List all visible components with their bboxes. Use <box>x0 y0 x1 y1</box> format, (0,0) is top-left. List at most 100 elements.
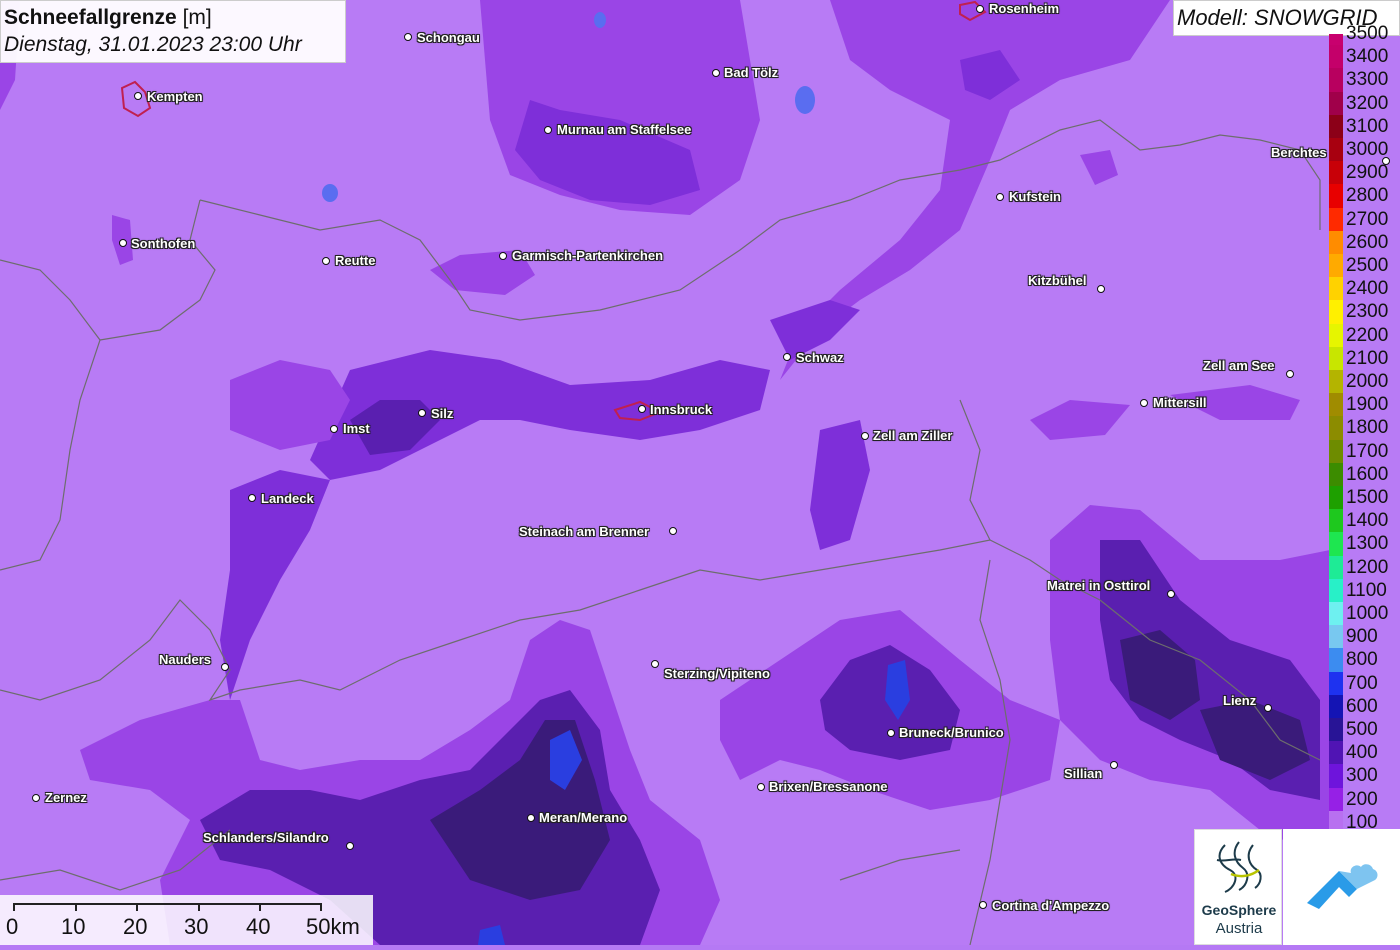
city-marker <box>783 353 791 361</box>
scale-tick <box>259 903 261 911</box>
legend-label: 500 <box>1346 719 1378 740</box>
legend-swatch <box>1329 161 1343 185</box>
map-title: Schneefallgrenze [m] <box>4 4 345 31</box>
scale-tick <box>320 903 322 911</box>
city-label-bruneck: Bruneck/Brunico <box>899 725 1004 740</box>
city-label-mittersill: Mittersill <box>1153 395 1207 410</box>
legend-label: 800 <box>1346 649 1378 671</box>
legend-label: 2800 <box>1346 185 1389 207</box>
legend-swatch <box>1329 184 1343 208</box>
city-marker <box>757 783 765 791</box>
city-label-nauders: Nauders <box>159 652 212 667</box>
legend-swatch <box>1329 486 1343 510</box>
city-marker <box>712 69 720 77</box>
legend-swatch <box>1329 694 1343 718</box>
geosphere-logo[interactable]: GeoSphere Austria <box>1194 829 1282 945</box>
city-label-matrei: Matrei in Osttirol <box>1047 578 1151 593</box>
legend-label: 3200 <box>1346 92 1389 114</box>
legend-label: 2000 <box>1346 371 1389 392</box>
city-marker <box>248 494 256 502</box>
legend-swatch <box>1329 277 1343 301</box>
legend-label: 1700 <box>1346 440 1389 462</box>
legend-swatch <box>1329 509 1343 533</box>
city-label-zell-am-ziller: Zell am Ziller <box>873 428 953 443</box>
legend-label: 2500 <box>1346 255 1389 276</box>
title-unit: [m] <box>182 6 212 29</box>
city-label-rosenheim: Rosenheim <box>989 1 1060 16</box>
city-marker <box>1167 590 1175 598</box>
color-legend: 3500 3400 3300 3200 3100 3000 2900 2800 2700 2600… <box>1329 24 1400 834</box>
city-label-sonthofen: Sonthofen <box>131 236 196 251</box>
legend-label: 1200 <box>1346 556 1389 578</box>
legend-label: 1900 <box>1346 394 1389 416</box>
city-marker <box>346 842 354 850</box>
legend-swatch <box>1329 787 1343 811</box>
legend-label: 2700 <box>1346 208 1389 230</box>
city-label-brixen: Brixen/Bressanone <box>769 779 888 794</box>
snowgrid-logo[interactable] <box>1283 829 1400 945</box>
legend-swatch <box>1329 34 1343 46</box>
scale-bar: 0 10 20 30 40 50km <box>0 895 373 945</box>
legend-swatch <box>1329 91 1343 115</box>
legend-swatch <box>1329 439 1343 463</box>
forecast-datetime: Dienstag, 31.01.2023 23:00 Uhr <box>4 33 302 56</box>
legend-swatch <box>1329 602 1343 626</box>
legend-swatch <box>1329 625 1343 649</box>
city-label-meran: Meran/Merano <box>539 810 628 825</box>
legend-label: 3400 <box>1346 46 1389 68</box>
legend-label: 3000 <box>1346 139 1389 160</box>
city-marker <box>1140 399 1148 407</box>
legend-label: 2900 <box>1346 162 1389 184</box>
city-marker <box>404 33 412 41</box>
legend-swatch <box>1329 346 1343 370</box>
city-marker <box>1264 704 1272 712</box>
city-label-reutte: Reutte <box>335 253 376 268</box>
city-marker <box>1097 285 1105 293</box>
city-marker <box>887 729 895 737</box>
legend-swatch <box>1329 578 1343 602</box>
legend-swatch <box>1329 230 1343 254</box>
city-label-sillian: Sillian <box>1064 766 1103 781</box>
city-marker <box>979 901 987 909</box>
city-marker <box>134 92 142 100</box>
city-label-silz: Silz <box>431 406 454 421</box>
legend-swatch <box>1329 741 1343 765</box>
legend-swatch <box>1329 648 1343 672</box>
legend-label: 3300 <box>1346 69 1389 91</box>
snowfall-limit-map[interactable] <box>0 0 1400 945</box>
legend-label: 400 <box>1346 742 1378 764</box>
city-marker <box>1286 370 1294 378</box>
city-label-berchtesgaden: Berchtes <box>1271 145 1327 160</box>
city-marker <box>976 5 984 13</box>
city-marker <box>322 257 330 265</box>
legend-swatch <box>1329 393 1343 417</box>
scale-tick <box>198 903 200 911</box>
legend-label: 2400 <box>1346 278 1389 300</box>
legend-swatch <box>1329 323 1343 347</box>
city-label-innsbruck: Innsbruck <box>650 402 713 417</box>
city-label-schwaz: Schwaz <box>796 350 844 365</box>
scale-label: 0 <box>6 914 19 939</box>
legend-swatch <box>1329 370 1343 394</box>
city-label-schlanders: Schlanders/Silandro <box>203 830 329 845</box>
legend-swatch <box>1329 416 1343 440</box>
legend-label: 1100 <box>1346 579 1387 601</box>
city-marker <box>330 425 338 433</box>
city-marker <box>861 432 869 440</box>
legend-label: 3500 <box>1346 23 1389 44</box>
city-label-zernez: Zernez <box>45 790 87 805</box>
legend-swatch <box>1329 45 1343 69</box>
scale-bar-line <box>13 903 321 905</box>
legend-swatch <box>1329 68 1343 92</box>
legend-label: 1300 <box>1346 533 1389 555</box>
legend-swatch <box>1329 254 1343 278</box>
legend-swatch <box>1329 207 1343 231</box>
city-marker <box>638 405 646 413</box>
city-marker <box>651 660 659 668</box>
scale-label: 40 <box>246 914 271 939</box>
city-label-bad-toelz: Bad Tölz <box>724 65 779 80</box>
city-label-lienz: Lienz <box>1223 693 1257 708</box>
legend-label: 1500 <box>1346 487 1389 508</box>
city-label-landeck: Landeck <box>261 491 314 506</box>
city-marker <box>221 663 229 671</box>
